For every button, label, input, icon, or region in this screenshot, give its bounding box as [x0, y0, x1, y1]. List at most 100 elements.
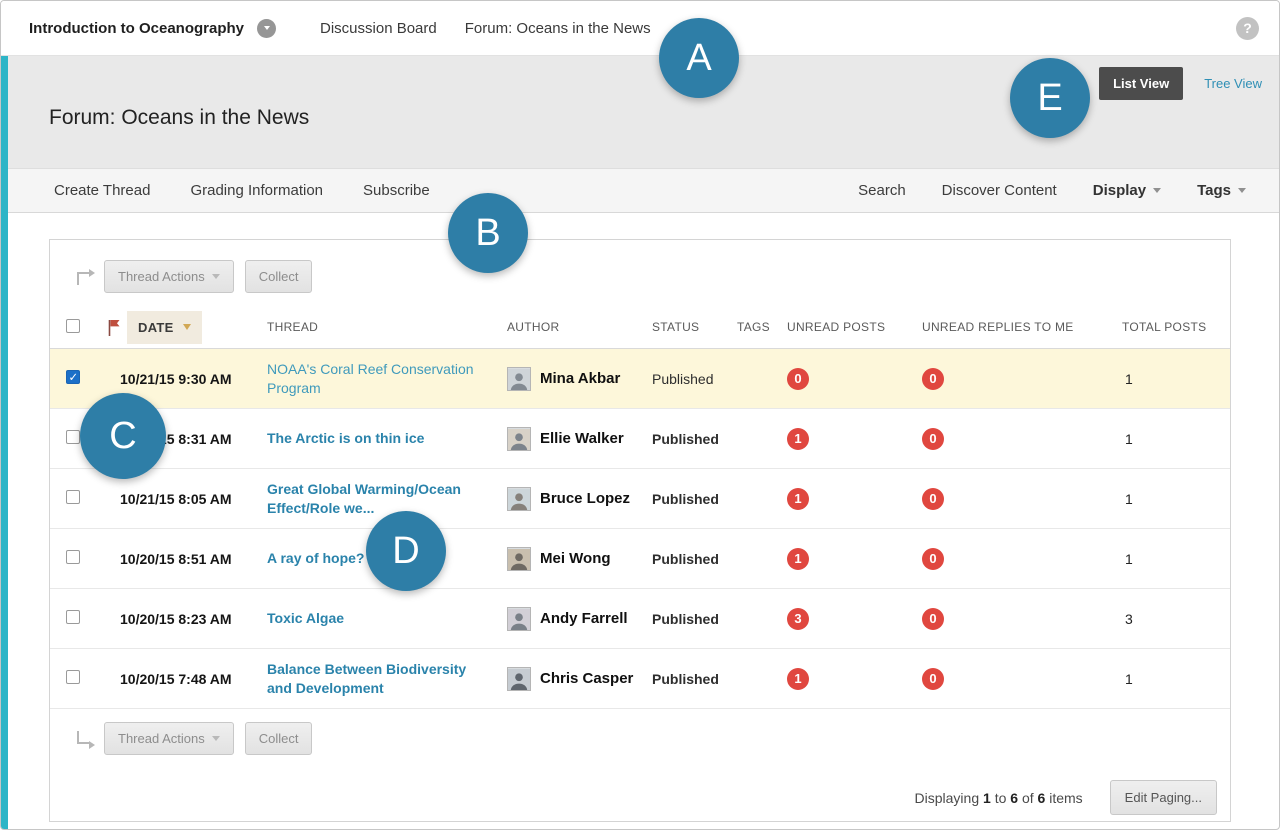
thread-link[interactable]: A ray of hope? — [267, 549, 381, 568]
display-menu-label: Display — [1093, 182, 1146, 199]
total-posts: 1 — [1122, 671, 1230, 687]
unread-posts-badge[interactable]: 1 — [787, 548, 809, 570]
tags-header[interactable]: TAGS — [737, 320, 787, 334]
select-all-checkbox[interactable] — [66, 319, 80, 333]
help-icon[interactable]: ? — [1236, 17, 1259, 40]
thread-status: Published — [652, 551, 737, 567]
subscribe-button[interactable]: Subscribe — [363, 182, 430, 199]
blackboard-forum-page: Introduction to Oceanography Discussion … — [0, 0, 1280, 830]
row-checkbox[interactable] — [66, 670, 80, 684]
thread-date: 10/20/15 7:48 AM — [94, 671, 267, 687]
tags-menu-label: Tags — [1197, 182, 1231, 199]
table-row: 10/20/15 7:48 AM Balance Between Biodive… — [50, 649, 1230, 709]
total-posts: 1 — [1122, 371, 1230, 387]
table-row: 10/21/15 8:31 AM The Arctic is on thin i… — [50, 409, 1230, 469]
unread-replies-badge[interactable]: 0 — [922, 668, 944, 690]
list-view-button[interactable]: List View — [1099, 67, 1183, 100]
flag-icon[interactable] — [108, 319, 120, 336]
unread-posts-badge[interactable]: 1 — [787, 428, 809, 450]
thread-link[interactable]: Toxic Algae — [267, 609, 360, 628]
thread-link[interactable]: The Arctic is on thin ice — [267, 429, 440, 448]
thread-link[interactable]: Great Global Warming/Ocean Effect/Role w… — [267, 480, 507, 518]
unread-replies-badge[interactable]: 0 — [922, 548, 944, 570]
author-name: Mina Akbar — [540, 370, 620, 387]
total-posts: 1 — [1122, 551, 1230, 567]
thread-status: Published — [652, 491, 737, 507]
row-checkbox[interactable] — [66, 550, 80, 564]
unread-replies-badge[interactable]: 0 — [922, 368, 944, 390]
breadcrumb-current-forum: Forum: Oceans in the News — [465, 20, 651, 37]
sort-descending-icon — [183, 324, 191, 330]
thread-actions-button[interactable]: Thread Actions — [104, 722, 234, 755]
row-checkbox[interactable] — [66, 370, 80, 384]
action-bar: Create Thread Grading Information Subscr… — [1, 168, 1279, 213]
total-posts: 3 — [1122, 611, 1230, 627]
thread-date: 10/21/15 8:05 AM — [94, 491, 267, 507]
author-name: Ellie Walker — [540, 430, 624, 447]
unread-replies-header[interactable]: UNREAD REPLIES TO ME — [922, 320, 1122, 334]
row-checkbox[interactable] — [66, 430, 80, 444]
author-avatar — [507, 667, 531, 691]
total-posts-header[interactable]: TOTAL POSTS — [1122, 320, 1230, 334]
thread-header[interactable]: THREAD — [267, 320, 507, 334]
displaying-prefix: Displaying — [915, 790, 980, 806]
thread-actions-label: Thread Actions — [118, 269, 205, 284]
chevron-down-icon — [212, 736, 220, 741]
search-button[interactable]: Search — [858, 182, 906, 199]
thread-link[interactable]: Balance Between Biodiversity and Develop… — [267, 660, 507, 698]
row-checkbox[interactable] — [66, 610, 80, 624]
author-header[interactable]: AUTHOR — [507, 320, 652, 334]
apply-to-selection-arrow-icon — [76, 730, 93, 747]
row-checkbox[interactable] — [66, 490, 80, 504]
tags-menu-button[interactable]: Tags — [1197, 182, 1246, 199]
unread-posts-badge[interactable]: 3 — [787, 608, 809, 630]
collect-button[interactable]: Collect — [245, 722, 313, 755]
status-header[interactable]: STATUS — [652, 320, 737, 334]
discover-content-button[interactable]: Discover Content — [942, 182, 1057, 199]
course-menu-chevron-icon[interactable] — [257, 19, 276, 38]
author-name: Andy Farrell — [540, 610, 628, 627]
apply-to-selection-arrow-icon — [76, 268, 93, 285]
author-avatar — [507, 367, 531, 391]
course-title: Introduction to Oceanography — [29, 20, 244, 37]
thread-toolbar-bottom: Thread Actions Collect — [50, 709, 1230, 768]
author-name: Bruce Lopez — [540, 490, 630, 507]
thread-link[interactable]: NOAA's Coral Reef Conservation Program — [267, 360, 507, 398]
thread-status: Published — [652, 671, 737, 687]
total-posts: 1 — [1122, 491, 1230, 507]
chevron-down-icon — [1238, 188, 1246, 193]
unread-replies-badge[interactable]: 0 — [922, 488, 944, 510]
chevron-down-icon — [264, 26, 270, 30]
thread-toolbar-top: Thread Actions Collect — [50, 240, 1230, 306]
author-avatar — [507, 427, 531, 451]
unread-posts-badge[interactable]: 1 — [787, 488, 809, 510]
unread-replies-badge[interactable]: 0 — [922, 608, 944, 630]
create-thread-button[interactable]: Create Thread — [54, 182, 150, 199]
annotation-callout-a: A — [659, 18, 739, 98]
author-avatar — [507, 487, 531, 511]
paging-footer: Displaying 1 to 6 of 6 items Edit Paging… — [50, 768, 1230, 815]
thread-actions-label: Thread Actions — [118, 731, 205, 746]
display-menu-button[interactable]: Display — [1093, 182, 1161, 199]
thread-actions-button[interactable]: Thread Actions — [104, 260, 234, 293]
collect-button[interactable]: Collect — [245, 260, 313, 293]
thread-status: Published — [652, 431, 737, 447]
displaying-from: 1 — [983, 790, 991, 806]
unread-posts-badge[interactable]: 1 — [787, 668, 809, 690]
tree-view-link[interactable]: Tree View — [1204, 76, 1262, 91]
annotation-callout-c: C — [80, 393, 166, 479]
chevron-down-icon — [1153, 188, 1161, 193]
view-toggle: List View Tree View — [1099, 67, 1262, 100]
displaying-items-word: items — [1049, 790, 1082, 806]
displaying-total: 6 — [1038, 790, 1046, 806]
edit-paging-button[interactable]: Edit Paging... — [1110, 780, 1217, 815]
breadcrumb-discussion-board[interactable]: Discussion Board — [320, 20, 437, 37]
unread-posts-badge[interactable]: 0 — [787, 368, 809, 390]
date-sort-header[interactable]: DATE — [127, 311, 202, 344]
action-bar-left: Create Thread Grading Information Subscr… — [54, 182, 430, 199]
unread-replies-badge[interactable]: 0 — [922, 428, 944, 450]
total-posts: 1 — [1122, 431, 1230, 447]
grading-information-button[interactable]: Grading Information — [190, 182, 323, 199]
breadcrumb: Introduction to Oceanography Discussion … — [1, 1, 1279, 56]
unread-posts-header[interactable]: UNREAD POSTS — [787, 320, 922, 334]
